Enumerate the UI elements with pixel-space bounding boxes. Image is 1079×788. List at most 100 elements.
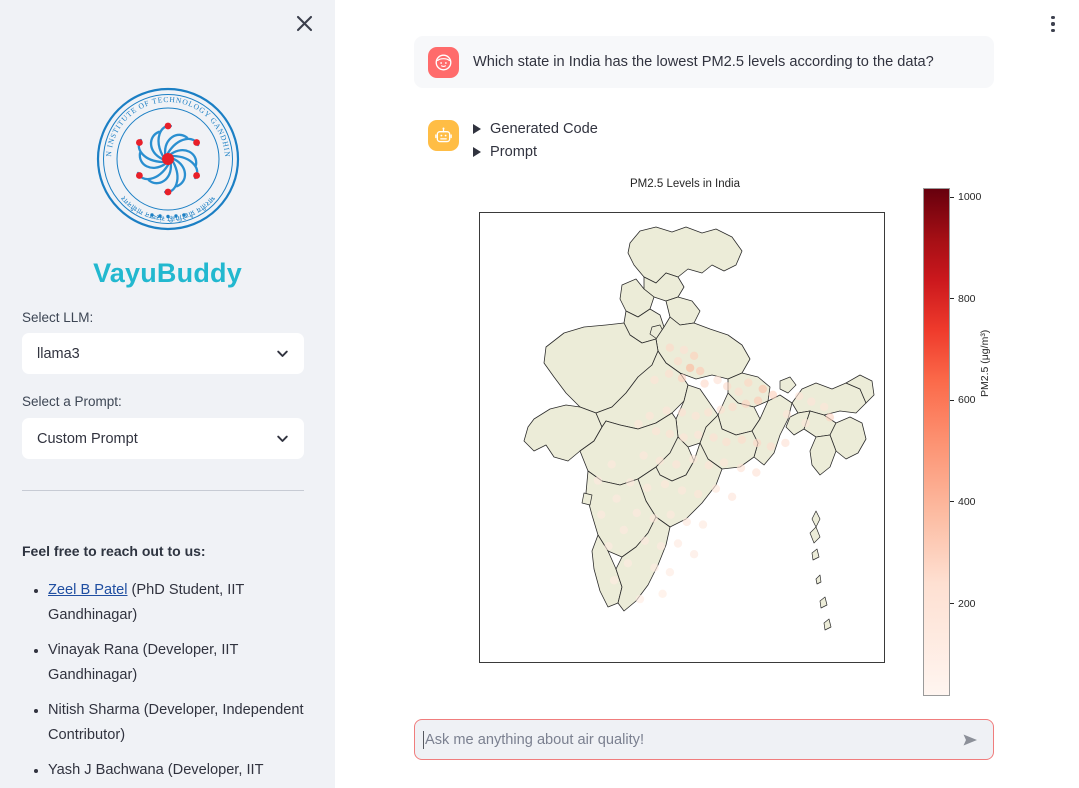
tick-dash [950, 603, 954, 605]
map-data-point [643, 483, 652, 492]
map-data-point [734, 387, 743, 396]
reach-out-heading: Feel free to reach out to us: [22, 543, 206, 559]
map-data-point [752, 438, 762, 448]
map-data-point [713, 375, 722, 385]
map-data-point [626, 478, 635, 487]
map-data-point [666, 510, 675, 519]
map-data-point [655, 456, 664, 465]
assistant-message-row: Generated Code Prompt [414, 120, 1014, 160]
map-data-point [607, 460, 616, 469]
triangle-right-icon [473, 147, 481, 157]
map-data-point [689, 454, 698, 464]
map-data-point [604, 542, 613, 551]
tick-dash [950, 399, 954, 401]
map-data-point [639, 451, 648, 460]
map-data-point [658, 589, 667, 598]
tick-dash [950, 298, 954, 300]
svg-text:भारतीय प्रौद्योगिकी संस्थान गा: भारतीय प्रौद्योगिकी संस्थान गांधीनगर [119, 193, 216, 223]
chevron-down-icon [277, 435, 288, 442]
map-data-point [673, 357, 683, 366]
tick-label: 600 [958, 394, 976, 407]
map-data-point [656, 542, 666, 551]
sidebar: INDIAN INSTITUTE OF TECHNOLOGY GANDHINAG… [0, 0, 335, 788]
map-data-point [694, 489, 703, 499]
tick-label: 1000 [958, 191, 982, 204]
map-data-point [612, 494, 621, 503]
chat-input-container[interactable]: Ask me anything about air quality! [414, 719, 994, 760]
contact-link[interactable]: Zeel B Patel [48, 582, 128, 598]
map-data-point [635, 594, 645, 604]
chat-input-placeholder: Ask me anything about air quality! [425, 731, 645, 748]
contact-item: Nitish Sharma (Developer, Independent Co… [48, 698, 322, 748]
map-data-point [709, 433, 718, 442]
map-data-point [677, 374, 687, 383]
contact-item: Vinayak Rana (Developer, IIT Gandhinagar… [48, 638, 322, 688]
colorbar-tick: 200 [950, 598, 976, 610]
tick-label: 200 [958, 597, 976, 610]
map-data-point [820, 402, 829, 412]
colorbar-label: PM2.5 (μg/m³) [979, 329, 991, 397]
text-caret [423, 730, 424, 749]
robot-icon [428, 120, 459, 151]
map-data-point [758, 384, 767, 394]
contact-item: Zeel B Patel (PhD Student, IIT Gandhinag… [48, 578, 322, 628]
map-data-point [609, 576, 619, 585]
close-icon[interactable] [289, 8, 319, 38]
map-data-point [650, 563, 659, 572]
pm25-map-figure: PM2.5 Levels in India 1000 800 600 400 2… [415, 178, 1035, 698]
expander-prompt[interactable]: Prompt [473, 144, 598, 160]
llm-selected-value: llama3 [37, 345, 80, 362]
map-data-point [723, 382, 732, 391]
india-choropleth-map [479, 212, 885, 663]
map-data-point [660, 480, 670, 489]
iitgn-logo: INDIAN INSTITUTE OF TECHNOLOGY GANDHINAG… [0, 86, 335, 232]
map-data-point [825, 413, 835, 422]
map-data-point [679, 433, 688, 442]
chevron-down-icon [277, 350, 288, 357]
map-data-point [677, 408, 687, 417]
map-data-point [640, 536, 649, 545]
map-data-point [649, 514, 658, 523]
map-data-point [696, 366, 705, 376]
triangle-right-icon [473, 124, 481, 134]
map-data-point [632, 508, 641, 518]
colorbar-gradient [923, 188, 950, 696]
expander-label: Generated Code [490, 121, 598, 137]
colorbar: 1000 800 600 400 200 PM2.5 (μg/m³) [905, 182, 1035, 702]
map-data-point [689, 351, 699, 360]
map-data-point [665, 429, 675, 439]
app-root: INDIAN INSTITUTE OF TECHNOLOGY GANDHINAG… [0, 0, 1079, 788]
map-data-point [781, 438, 790, 448]
map-data-point [736, 463, 746, 473]
tick-label: 800 [958, 292, 976, 305]
prompt-selected-value: Custom Prompt [37, 430, 138, 447]
map-data-point [634, 419, 643, 429]
map-data-point [689, 550, 699, 559]
map-data-point [619, 525, 628, 535]
map-data-point [782, 410, 792, 419]
map-data-point [704, 408, 713, 417]
expander-generated-code[interactable]: Generated Code [473, 121, 598, 137]
tick-dash [950, 196, 954, 198]
map-data-point [741, 399, 750, 408]
map-data-point [744, 378, 753, 387]
main-panel: Which state in India has the lowest PM2.… [335, 0, 1079, 788]
map-data-point [694, 430, 703, 439]
map-data-point [685, 363, 695, 373]
map-data-point [682, 517, 691, 527]
map-data-point [662, 406, 671, 415]
map-data-point [704, 461, 713, 470]
more-vertical-icon[interactable] [1041, 12, 1065, 36]
prompt-label: Select a Prompt: [22, 394, 122, 409]
expander-group: Generated Code Prompt [473, 120, 598, 160]
map-data-point [737, 435, 746, 444]
map-data-point [801, 418, 810, 428]
send-arrow-icon[interactable] [959, 729, 981, 751]
map-data-point [691, 411, 700, 421]
llm-label: Select LLM: [22, 310, 94, 325]
map-data-point [651, 427, 661, 436]
prompt-select[interactable]: Custom Prompt [22, 418, 304, 459]
map-data-point [650, 375, 659, 385]
llm-select[interactable]: llama3 [22, 333, 304, 374]
contact-item: Yash J Bachwana (Developer, IIT Gandhina… [48, 758, 322, 788]
